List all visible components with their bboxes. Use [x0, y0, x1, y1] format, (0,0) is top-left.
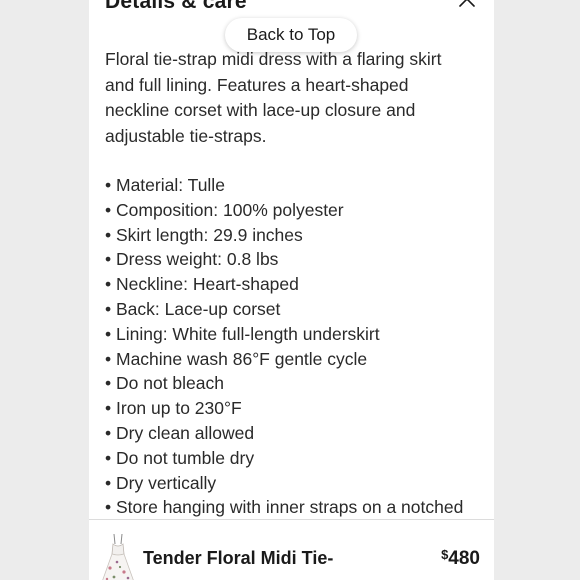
feature-item-iron-temp: Iron up to 230°F — [105, 396, 494, 421]
feature-item-material: Material: Tulle — [105, 173, 494, 198]
description-line: neckline corset with lace-up closure and — [105, 100, 416, 120]
description-line: and full lining. Features a heart-shaped — [105, 74, 409, 95]
feature-item-back: Back: Lace-up corset — [105, 297, 494, 322]
details-panel: Details & care Back to Top Floral tie-st… — [89, 0, 494, 580]
feature-item-machine-wash: Machine wash 86°F gentle cycle — [105, 347, 494, 372]
price-amount: 480 — [448, 548, 480, 569]
feature-item-dry-vertically: Dry vertically — [105, 471, 494, 496]
feature-list: Material: Tulle Composition: 100% polyes… — [105, 173, 494, 520]
feature-item-dress-weight: Dress weight: 0.8 lbs — [105, 247, 494, 272]
feature-item-no-tumble-dry: Do not tumble dry — [105, 446, 494, 471]
product-description: Floral tie-strap midi dress with a flari… — [105, 47, 490, 149]
feature-item-storage: Store hanging with inner straps on a not… — [105, 495, 494, 520]
feature-item-skirt-length: Skirt length: 29.9 inches — [105, 223, 494, 248]
back-to-top-button[interactable]: Back to Top — [225, 18, 357, 52]
feature-item-dry-clean: Dry clean allowed — [105, 421, 494, 446]
description-line: Floral tie-strap midi dress with a flari… — [105, 49, 442, 69]
sticky-product-bar[interactable]: Tender Floral Midi Tie- $480 — [89, 519, 494, 580]
product-name: Tender Floral Midi Tie- — [143, 548, 334, 568]
chevron-up-icon[interactable] — [459, 0, 475, 10]
feature-item-neckline: Neckline: Heart-shaped — [105, 272, 494, 297]
details-care-header[interactable]: Details & care — [105, 0, 485, 20]
description-line: adjustable tie-straps. — [105, 125, 267, 146]
screenshot-stage: Details & care Back to Top Floral tie-st… — [0, 0, 580, 580]
feature-item-no-bleach: Do not bleach — [105, 371, 494, 396]
dress-thumbnail[interactable] — [101, 532, 135, 580]
feature-item-lining: Lining: White full-length underskirt — [105, 322, 494, 347]
section-title: Details & care — [105, 0, 247, 13]
feature-item-composition: Composition: 100% polyester — [105, 198, 494, 223]
product-price: $480 — [441, 547, 480, 570]
